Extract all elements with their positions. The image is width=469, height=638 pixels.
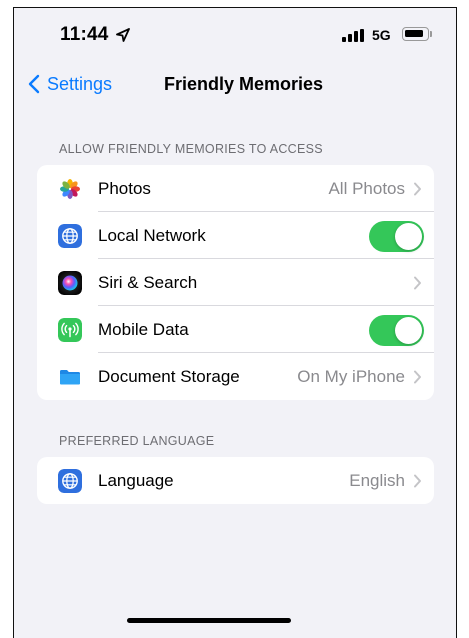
local-network-label: Local Network [98, 225, 206, 245]
mobile-data-icon [58, 318, 82, 342]
mobile-data-toggle[interactable] [369, 315, 424, 346]
chevron-right-icon [414, 276, 421, 290]
photos-value: All Photos [328, 178, 405, 198]
language-value: English [349, 470, 405, 490]
mobile-data-row: Mobile Data [37, 306, 434, 353]
siri-search-label: Siri & Search [98, 272, 198, 292]
battery-icon [402, 27, 429, 41]
globe-icon [58, 469, 82, 493]
photos-row[interactable]: Photos All Photos [37, 165, 434, 212]
back-button[interactable]: Settings [28, 72, 112, 96]
local-network-toggle[interactable] [369, 221, 424, 252]
chevron-right-icon [414, 370, 421, 384]
page-title: Friendly Memories [164, 74, 324, 94]
folder-icon [58, 365, 82, 389]
access-settings-group: Photos All Photos Local Network Siri & S… [37, 165, 434, 400]
access-section-header: ALLOW FRIENDLY MEMORIES TO ACCESS [59, 142, 323, 156]
navigation-bar: Settings Friendly Memories [14, 66, 456, 106]
language-row[interactable]: Language English [37, 457, 434, 504]
photos-label: Photos [98, 178, 151, 198]
language-label: Language [98, 470, 174, 490]
home-indicator[interactable] [127, 618, 291, 623]
language-section-header: PREFERRED LANGUAGE [59, 434, 215, 448]
toggle-knob [395, 223, 422, 250]
language-settings-group: Language English [37, 457, 434, 504]
chevron-left-icon [28, 74, 40, 94]
local-network-row: Local Network [37, 212, 434, 259]
phone-screen: 11:44 5G Settings Friendly Memories ALLO… [13, 7, 457, 638]
mobile-data-label: Mobile Data [98, 319, 189, 339]
chevron-right-icon [414, 474, 421, 488]
network-type: 5G [372, 27, 391, 43]
document-storage-value: On My iPhone [297, 366, 405, 386]
document-storage-row[interactable]: Document Storage On My iPhone [37, 353, 434, 400]
local-network-icon [58, 224, 82, 248]
status-time: 11:44 [60, 24, 109, 45]
toggle-knob [395, 317, 422, 344]
document-storage-label: Document Storage [98, 366, 240, 386]
back-button-label: Settings [47, 73, 113, 94]
photos-icon [58, 177, 82, 201]
chevron-right-icon [414, 182, 421, 196]
battery-tip [430, 31, 432, 37]
location-arrow-icon [116, 28, 130, 42]
siri-icon [58, 271, 82, 295]
signal-strength-icon [342, 29, 366, 42]
siri-search-row[interactable]: Siri & Search [37, 259, 434, 306]
status-bar: 11:44 5G [14, 8, 456, 60]
